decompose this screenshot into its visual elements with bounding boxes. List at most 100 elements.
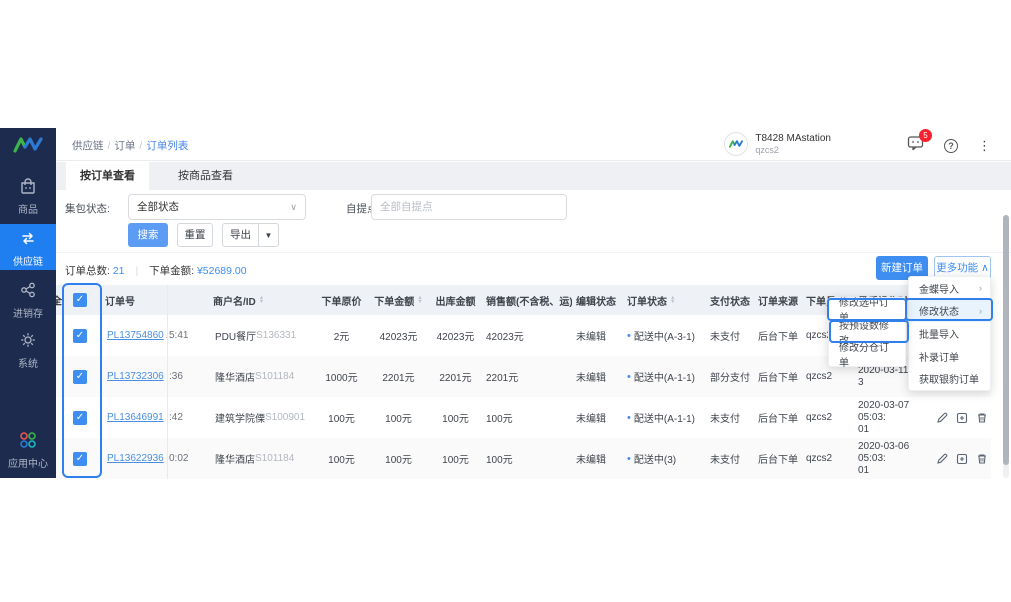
top-bar: 供应链/订单/订单列表 T8428 MAstation qzcs2 5 ? ⋮ [56, 128, 1011, 161]
breadcrumb: 供应链/订单/订单列表 [72, 138, 188, 153]
sort-icon[interactable]: ▲▼ [259, 296, 264, 304]
select-all-cell: 全 ✓ [56, 285, 105, 315]
status-dot: • [627, 371, 631, 383]
sidebar-item-supply-chain[interactable]: 供应链 [0, 224, 56, 270]
table-row: ✓ PL13622936 0:02 隆华酒店S101184 100元 100元 … [56, 438, 991, 479]
sidebar-item-system[interactable]: 系统 [0, 326, 56, 372]
select-all-checkbox[interactable]: ✓ [73, 293, 87, 307]
sort-icon[interactable]: ▲▼ [670, 296, 675, 304]
col-orig-price[interactable]: 下单原价 [313, 285, 370, 315]
user-cluster[interactable]: T8428 MAstation qzcs2 [724, 132, 831, 156]
col-order-no[interactable]: 订单号 [105, 285, 168, 315]
kebab-menu-icon[interactable]: ⋮ [978, 138, 991, 154]
sidebar-item-label: 商品 [18, 205, 38, 216]
status-dot: • [627, 453, 631, 465]
shopping-bag-icon [0, 176, 56, 199]
delete-icon[interactable] [976, 453, 988, 465]
summary-row: 订单总数: 21 | 下单金额: ¥52689.00 [65, 263, 247, 278]
col-order-amount[interactable]: 下单金额▲▼ [370, 285, 427, 315]
order-amount-label: 下单金额: [149, 265, 194, 277]
order-total-label: 订单总数: [65, 265, 110, 277]
status-dot: • [627, 330, 631, 342]
message-badge: 5 [919, 129, 932, 142]
order-time-clipped: 5:41 [168, 315, 213, 356]
pickup-point-input[interactable] [371, 194, 567, 220]
sidebar-item-inventory[interactable]: 进销存 [0, 276, 56, 322]
table-row: ✓ PL13646991 :42 建筑学院傈S100901 100元 100元 … [56, 397, 991, 438]
edit-icon[interactable] [936, 412, 948, 424]
reset-button[interactable]: 重置 [177, 223, 213, 247]
col-sales[interactable]: 销售额(不含税、运) [484, 285, 572, 315]
app-window: 商品 供应链 进销存 系统 [0, 128, 1011, 478]
breadcrumb-order[interactable]: 订单 [114, 140, 135, 152]
exchange-arrows-icon [0, 228, 56, 251]
export-button[interactable]: 导出 [222, 223, 259, 247]
messages-button[interactable]: 5 [907, 135, 924, 156]
help-icon[interactable]: ? [944, 139, 958, 153]
order-link[interactable]: PL13646991 [107, 412, 164, 423]
submenu-item-modify-split-warehouse-orders[interactable]: 修改分仓订单 [829, 343, 905, 366]
top-icons: 5 ? ⋮ [907, 135, 991, 156]
user-account: qzcs2 [755, 145, 831, 155]
sidebar-item-app-center[interactable]: 应用中心 [0, 426, 56, 474]
user-name: T8428 MAstation [755, 133, 831, 145]
menu-item-kingdee-import[interactable]: 金蝶导入› [909, 277, 990, 300]
package-status-label: 集包状态: [65, 201, 110, 216]
order-time-clipped: 0:02 [168, 438, 213, 479]
sidebar-item-label: 供应链 [13, 257, 43, 268]
section-divider [56, 252, 1011, 253]
row-checkbox[interactable]: ✓ [73, 411, 87, 425]
col-merchant[interactable]: 商户名/ID▲▼ [213, 285, 313, 315]
edit-icon[interactable] [936, 453, 948, 465]
col-edit-status[interactable]: 编辑状态 [572, 285, 624, 315]
modify-status-submenu: 修改选中订单 按预设数修改 修改分仓订单 [828, 297, 906, 367]
vertical-scrollbar[interactable] [1003, 215, 1009, 478]
submenu-arrow-icon: › [979, 306, 982, 316]
col-order-status[interactable]: 订单状态▲▼ [624, 285, 704, 315]
sidebar-item-label: 应用中心 [8, 459, 48, 470]
order-time-clipped: :42 [168, 397, 213, 438]
row-checkbox[interactable]: ✓ [73, 452, 87, 466]
package-status-value: 全部状态 [137, 201, 179, 213]
copy-icon[interactable] [956, 453, 968, 465]
tab-by-order[interactable]: 按订单查看 [66, 162, 149, 190]
more-functions-menu: 金蝶导入› 修改状态› 批量导入 补录订单 获取银豹订单 [908, 276, 991, 391]
sidebar-item-goods[interactable]: 商品 [0, 172, 56, 220]
scrollbar-thumb[interactable] [1003, 215, 1009, 465]
order-total-value: 21 [113, 265, 125, 277]
sidebar-item-label: 系统 [18, 359, 38, 370]
order-amount-value: ¥52689.00 [197, 265, 247, 277]
row-checkbox[interactable]: ✓ [73, 329, 87, 343]
clipped-select-all-label: 全 [56, 293, 62, 308]
avatar[interactable] [724, 132, 748, 156]
menu-item-batch-import[interactable]: 批量导入 [909, 322, 990, 345]
screenshot-canvas: 商品 供应链 进销存 系统 [0, 0, 1011, 602]
col-pay-status[interactable]: 支付状态 [704, 285, 756, 315]
col-order-time-clipped [168, 285, 213, 315]
order-link[interactable]: PL13622936 [107, 453, 164, 464]
tab-by-product[interactable]: 按商品查看 [164, 162, 247, 190]
submenu-arrow-icon: › [979, 283, 982, 293]
package-status-select[interactable]: 全部状态 ∨ [128, 194, 306, 220]
order-time-clipped: :36 [168, 356, 213, 397]
sort-icon[interactable]: ▲▼ [417, 296, 422, 304]
row-checkbox[interactable]: ✓ [73, 370, 87, 384]
menu-item-modify-status[interactable]: 修改状态› [909, 300, 990, 323]
menu-item-supplement-order[interactable]: 补录订单 [909, 345, 990, 368]
sidebar: 商品 供应链 进销存 系统 [0, 128, 56, 478]
sidebar-item-label: 进销存 [13, 309, 43, 320]
order-link[interactable]: PL13754860 [107, 330, 164, 341]
breadcrumb-supply-chain[interactable]: 供应链 [72, 140, 104, 152]
gear-icon [0, 330, 56, 353]
search-button[interactable]: 搜索 [128, 223, 168, 247]
app-logo-icon [0, 134, 56, 161]
menu-item-fetch-pospal-orders[interactable]: 获取银豹订单 [909, 367, 990, 390]
delete-icon[interactable] [976, 412, 988, 424]
share-nodes-icon [0, 280, 56, 303]
order-link[interactable]: PL13732306 [107, 371, 164, 382]
col-source[interactable]: 订单来源 [756, 285, 806, 315]
copy-icon[interactable] [956, 412, 968, 424]
export-dropdown-caret[interactable]: ▼ [259, 223, 279, 247]
col-outbound-amount[interactable]: 出库金额 [427, 285, 484, 315]
breadcrumb-order-list: 订单列表 [146, 140, 188, 152]
